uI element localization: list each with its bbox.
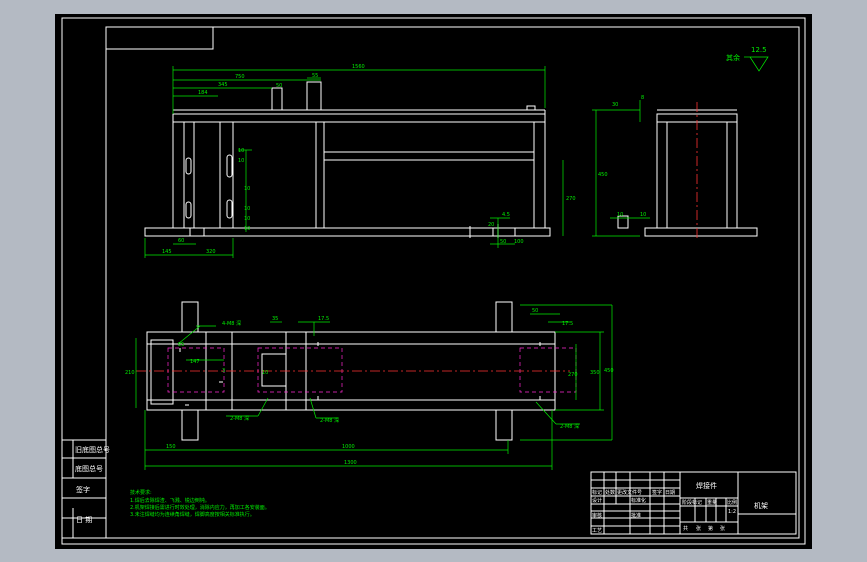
tb-weight: 重量 xyxy=(707,499,717,506)
dim-side-10b: 10 xyxy=(640,212,646,218)
dim-front-20: 20 xyxy=(488,222,494,228)
dim-front-10c: 10 xyxy=(244,186,250,192)
side-label-base: 底图总号 xyxy=(75,464,103,473)
dim-front-145: 145 xyxy=(162,249,172,255)
notes-title: 技术要求: xyxy=(130,489,152,496)
cad-viewport: 旧底图总号 底图总号 签字 日 期 其余 12.5 1560 750 345 1… xyxy=(0,0,867,562)
dim-top-2m8-a: 2-M8 深 xyxy=(230,415,249,422)
notes-line-3: 3.未注焊缝均为连续角焊缝，焊脚高度按相关标准执行。 xyxy=(130,511,255,518)
tb-scale-value: 1:2 xyxy=(728,509,736,515)
tb-role-standard: 标准化 xyxy=(631,497,646,504)
dim-front-270: 270 xyxy=(566,196,576,202)
dim-front-10e: 10 xyxy=(244,216,250,222)
dim-top-50: 50 xyxy=(532,308,538,314)
dim-top-4m8: 4-M8 深 xyxy=(222,320,241,327)
tb-count: 处数 xyxy=(605,489,615,496)
surface-finish-label: 其余 xyxy=(726,53,740,62)
drawing-sheet xyxy=(55,14,812,549)
dim-top-210: 210 xyxy=(125,370,135,376)
dim-top-2m8-b: 2-M8 深 xyxy=(320,417,339,424)
dim-side-8: 8 xyxy=(641,95,644,101)
cad-drawing: 旧底图总号 底图总号 签字 日 期 其余 12.5 1560 750 345 1… xyxy=(55,14,812,549)
dim-top-25: 25 xyxy=(178,342,184,348)
tb-stage-mark: 阶段标记 xyxy=(682,499,702,506)
dim-front-4-5: 4.5 xyxy=(502,212,510,218)
dim-front-60: 60 xyxy=(178,238,184,244)
dim-front-50: 50 xyxy=(276,83,282,89)
tb-change-doc: 更改文件号 xyxy=(617,489,642,496)
tb-sheet-total-unit: 张 xyxy=(696,525,701,532)
dim-front-10f: 10 xyxy=(244,226,250,232)
tb-date: 日期 xyxy=(665,490,675,496)
dim-top-17-5a: 17.5 xyxy=(318,316,329,322)
dim-side-30: 30 xyxy=(612,102,618,108)
tb-sheet-total: 共 xyxy=(683,525,688,532)
tb-drawing-title: 机架 xyxy=(754,501,768,510)
dim-top-3: 3 xyxy=(222,368,225,374)
tb-role-design: 设计 xyxy=(592,497,602,504)
dim-top-147: 147 xyxy=(190,359,200,365)
dim-top-1300: 1300 xyxy=(344,460,357,466)
side-label-date: 日 期 xyxy=(76,516,92,524)
dim-top-270: 270 xyxy=(568,372,578,378)
dim-front-320: 320 xyxy=(206,249,216,255)
surface-finish-value: 12.5 xyxy=(751,46,767,54)
dim-top-350: 350 xyxy=(590,370,600,376)
dim-front-55: 55 xyxy=(312,73,318,79)
tb-part-name: 焊接件 xyxy=(696,481,717,490)
dim-side-450: 450 xyxy=(598,172,608,178)
dim-top-35: 35 xyxy=(272,316,278,322)
dim-top-150: 150 xyxy=(166,444,176,450)
tb-scale: 比例 xyxy=(727,499,737,506)
notes-line-2: 2.机架焊接后需进行时效处理，消除内应力，再加工各安装面。 xyxy=(130,504,270,511)
side-label-sign: 签字 xyxy=(76,485,90,494)
tb-sheet-no: 第 xyxy=(708,525,713,532)
tb-sheet-no-unit: 张 xyxy=(720,525,725,532)
tb-role-approve: 批准 xyxy=(631,512,641,519)
dim-top-17-5b: 17.5 xyxy=(562,321,573,327)
dim-side-10a: 10 xyxy=(617,212,623,218)
dim-front-750: 750 xyxy=(235,74,245,80)
dim-front-100: 100 xyxy=(514,239,524,245)
dim-front-184: 184 xyxy=(198,90,208,96)
dim-front-50b: 50 xyxy=(500,239,506,245)
dim-front-10b: 10 xyxy=(238,158,244,164)
tb-sign: 签字 xyxy=(652,489,662,496)
tb-mark: 标记 xyxy=(592,489,602,496)
dim-top-2m8-c: 2-M8 深 xyxy=(560,423,579,430)
dim-front-1560: 1560 xyxy=(352,64,365,70)
dim-front-10d: 10 xyxy=(244,206,250,212)
notes-line-1: 1.焊后去除焊渣、飞溅、锐边倒钝。 xyxy=(130,497,210,504)
tb-role-review: 审核 xyxy=(592,512,602,519)
dim-front-345: 345 xyxy=(218,82,228,88)
dim-top-450: 450 xyxy=(604,368,614,374)
dim-top-10: 10 xyxy=(262,370,268,376)
dim-top-1000: 1000 xyxy=(342,444,355,450)
dim-front-10a: 10 xyxy=(238,148,244,154)
side-label-old-base: 旧底图总号 xyxy=(75,445,110,454)
tb-role-process: 工艺 xyxy=(592,528,602,534)
